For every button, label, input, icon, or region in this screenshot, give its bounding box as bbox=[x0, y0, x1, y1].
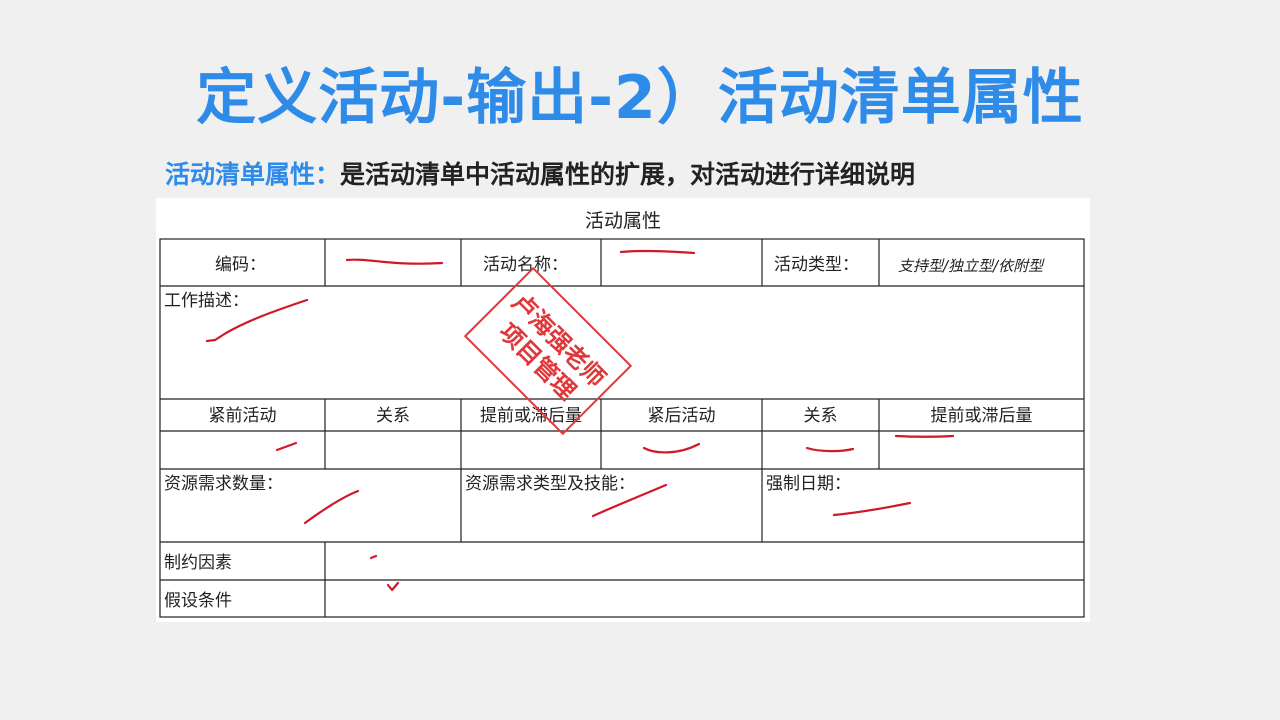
assumptions-label: 假设条件 bbox=[164, 591, 232, 611]
activity-attributes-table: 活动属性 编码： 活动名称： 活动类型： 支持型/独立型/依附型 工作描述： 紧… bbox=[156, 198, 1090, 622]
predecessor-activity-header: 紧前活动 bbox=[208, 406, 277, 426]
activity-type-value: 支持型/独立型/依附型 bbox=[898, 257, 1044, 275]
successor-activity-header: 紧后活动 bbox=[647, 406, 716, 426]
subtitle: 活动清单属性：是活动清单中活动属性的扩展，对活动进行详细说明 bbox=[165, 158, 915, 192]
resource-quantity-label: 资源需求数量： bbox=[164, 474, 283, 494]
work-description-label: 工作描述： bbox=[164, 291, 249, 311]
slide-title: 定义活动-输出-2）活动清单属性 bbox=[196, 63, 1084, 133]
relation-header-2: 关系 bbox=[803, 406, 838, 426]
relation-header-1: 关系 bbox=[376, 406, 410, 426]
resource-type-skill-label: 资源需求类型及技能： bbox=[465, 474, 635, 494]
subtitle-text: 是活动清单中活动属性的扩展，对活动进行详细说明 bbox=[340, 160, 916, 189]
code-label: 编码： bbox=[215, 255, 266, 275]
mandatory-date-label: 强制日期： bbox=[766, 474, 851, 494]
constraints-label: 制约因素 bbox=[164, 553, 232, 573]
lead-lag-header-2: 提前或滞后量 bbox=[930, 406, 1033, 426]
activity-type-label: 活动类型： bbox=[774, 255, 859, 275]
subtitle-term: 活动清单属性： bbox=[165, 160, 341, 189]
